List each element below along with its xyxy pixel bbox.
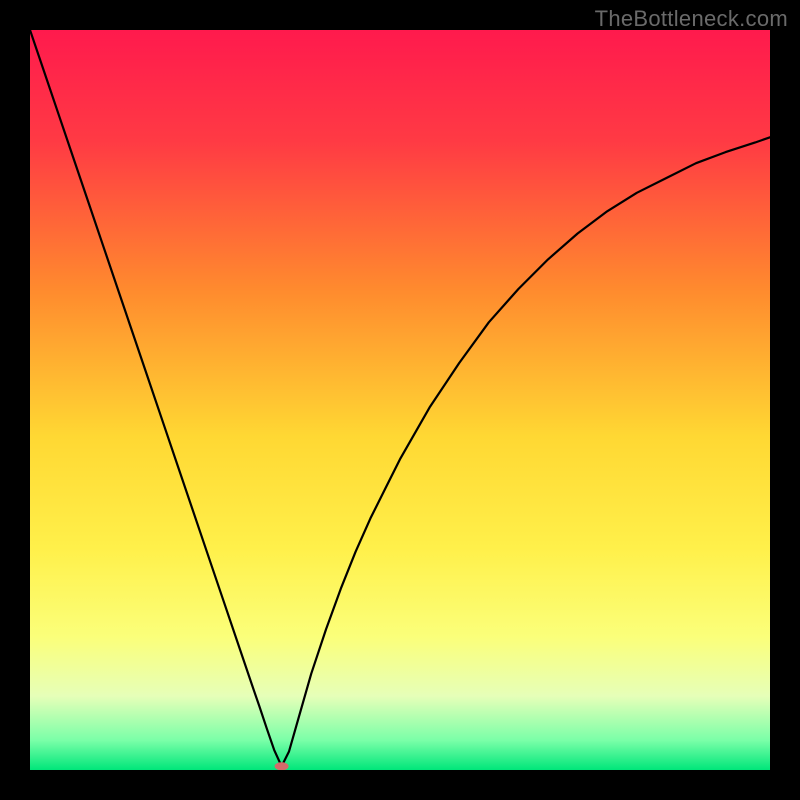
minimum-marker (275, 762, 289, 770)
chart-background (30, 30, 770, 770)
watermark-text: TheBottleneck.com (595, 6, 788, 32)
bottleneck-chart (30, 30, 770, 770)
chart-frame: TheBottleneck.com (0, 0, 800, 800)
plot-area (30, 30, 770, 770)
